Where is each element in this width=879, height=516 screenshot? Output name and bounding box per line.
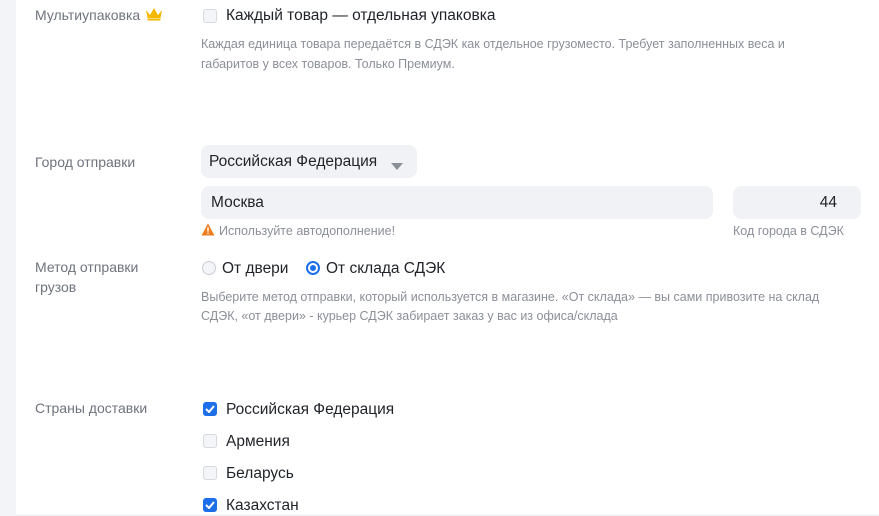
radio-from-door-label: От двери (222, 260, 289, 277)
ship-method-label-line1: Метод отправки (35, 259, 139, 275)
country-checkbox-belarus[interactable] (203, 466, 217, 480)
multipack-option-label: Каждый товар — отдельная упаковка (226, 7, 496, 24)
ship-method-hint-line1: Выберите метод отправки, который использ… (201, 290, 820, 304)
country-select[interactable]: Российская Федерация (201, 145, 417, 178)
radio-from-warehouse[interactable] (306, 261, 320, 275)
city-code-input[interactable] (733, 186, 861, 219)
multipack-hint-line2: габаритов у всех товаров. Только Премиум… (201, 57, 455, 71)
country-checkbox-kazakhstan[interactable] (203, 498, 217, 512)
multipack-hint-line1: Каждая единица товара передаётся в СДЭК … (201, 37, 785, 51)
radio-from-door[interactable] (202, 261, 216, 275)
country-label-belarus: Беларусь (226, 465, 294, 482)
multipack-label: Мультиупаковка (35, 7, 141, 23)
settings-card: Мультиупаковка Каждый товар — отдельная … (16, 0, 879, 514)
city-warning-text: Используйте автодополнение! (219, 224, 396, 238)
origin-city-label: Город отправки (35, 154, 136, 170)
country-label-russia: Российская Федерация (226, 401, 395, 418)
chevron-down-icon (391, 158, 403, 170)
city-code-caption: Код города в СДЭК (733, 224, 844, 238)
crown-icon (145, 7, 163, 21)
ship-method-hint-line2: СДЭК, «от двери» - курьер СДЭК забирает … (201, 309, 618, 323)
country-checkbox-russia[interactable] (203, 402, 217, 416)
radio-from-warehouse-label: От склада СДЭК (326, 260, 446, 277)
warning-icon (201, 223, 215, 236)
city-input[interactable] (201, 186, 713, 219)
country-select-value: Российская Федерация (209, 153, 378, 170)
ship-method-label-line2: грузов (35, 279, 77, 295)
multipack-checkbox[interactable] (203, 9, 217, 23)
country-label-kazakhstan: Казахстан (226, 497, 299, 514)
countries-label: Страны доставки (35, 400, 148, 416)
country-checkbox-armenia[interactable] (203, 434, 217, 448)
country-label-armenia: Армения (226, 433, 290, 450)
